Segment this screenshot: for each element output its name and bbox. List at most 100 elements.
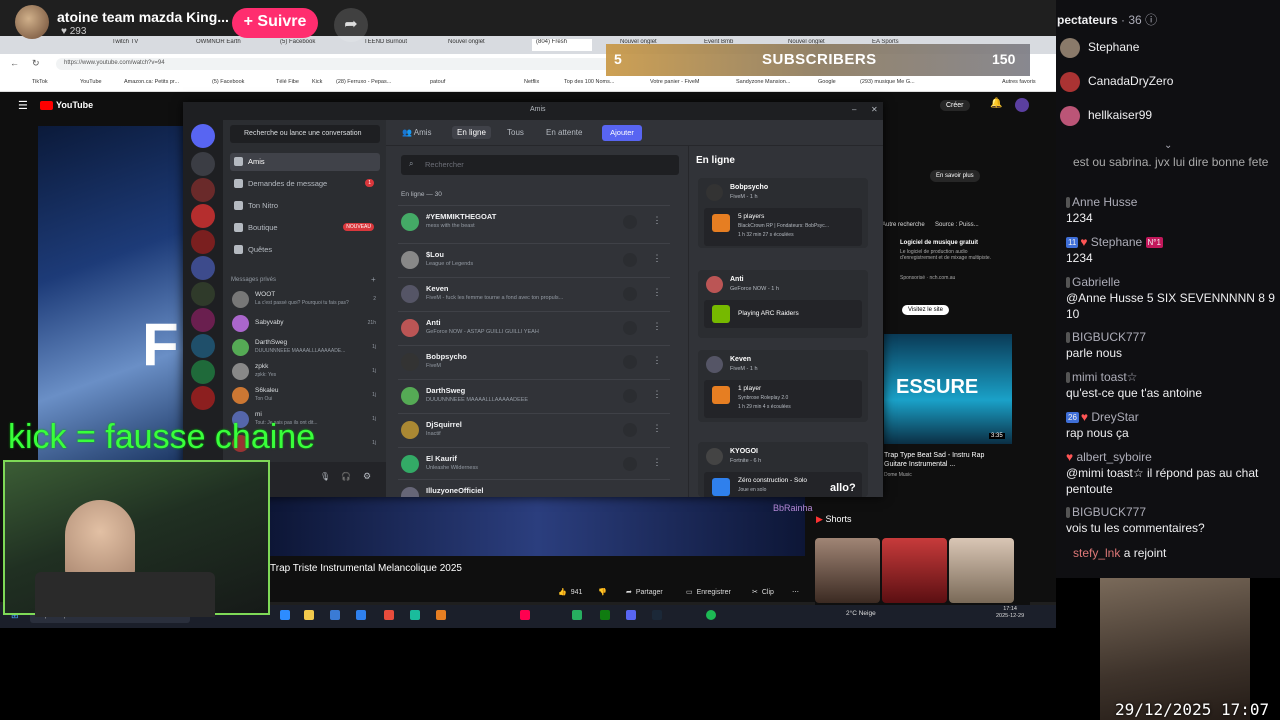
nav-message-requests[interactable]: Demandes de message 1 (230, 175, 380, 193)
address-bar[interactable]: https://www.youtube.com/watch?v=94 (56, 58, 616, 70)
help-circle-icon[interactable]: ⓘ (1145, 13, 1157, 27)
chat-username[interactable]: mimi toast☆ (1072, 370, 1137, 384)
server-icon[interactable] (191, 230, 215, 254)
tab-online[interactable]: En ligne (452, 126, 491, 139)
create-button[interactable]: Créer (940, 100, 970, 111)
bookmark[interactable]: Amazon.ca: Petits pr... (124, 79, 179, 85)
back-icon[interactable]: ← (10, 58, 19, 68)
bookmark[interactable]: Google (818, 79, 836, 85)
video-player-lower[interactable] (270, 496, 805, 556)
tiktok-icon[interactable] (520, 610, 530, 620)
more-vertical-icon[interactable]: ⋮ (650, 287, 664, 301)
tab-pending[interactable]: En attente (546, 128, 582, 137)
browser-tab[interactable]: (5) Facebook (280, 39, 340, 51)
friend-row[interactable]: $Lou League of Legends ⋮ (398, 243, 670, 275)
follow-button[interactable]: + Suivre (232, 8, 318, 38)
more-vertical-icon[interactable]: ⋮ (650, 389, 664, 403)
mail-icon[interactable] (356, 610, 366, 620)
chat-username[interactable]: BIGBUCK777 (1072, 505, 1146, 519)
discord-taskbar-icon[interactable] (626, 610, 636, 620)
message-bubble-icon[interactable] (623, 355, 637, 369)
streamer-avatar[interactable] (15, 5, 49, 39)
tab-all[interactable]: Tous (507, 128, 524, 137)
nav-nitro[interactable]: Ton Nitro (230, 197, 380, 215)
dm-item[interactable]: WOOT La c'est passé quoi? Pourquoi tu fai… (230, 289, 380, 311)
ad-title[interactable]: Logiciel de musique gratuit (900, 240, 978, 246)
browser-tab-active[interactable]: (804) Fresh (532, 39, 592, 51)
chip-search[interactable]: Autre recherche (882, 222, 925, 228)
bookmark[interactable]: Top des 100 Noms... (564, 79, 614, 85)
activity-card[interactable]: Bobpsycho FiveM - 1 h 5 players BlackCrown … (698, 178, 868, 248)
friend-row[interactable]: Keven FiveM - fuck les femme tourne a fon… (398, 277, 670, 309)
app-icon[interactable] (572, 610, 582, 620)
more-vertical-icon[interactable]: ⋮ (650, 457, 664, 471)
taskbar-clock[interactable]: 17:14 2025-12-29 (996, 606, 1024, 620)
browser-tab[interactable]: TEEND Burnout (364, 39, 424, 51)
new-dm-plus-icon[interactable]: + (371, 275, 376, 284)
friend-row[interactable]: #YEMMIKTHEGOAT mess with the beast ⋮ (398, 205, 670, 237)
file-explorer-icon[interactable] (304, 610, 314, 620)
steam-icon[interactable] (652, 610, 662, 620)
dm-item[interactable]: DarthSweg DUUUNNNEEE MAAAALLLAAAAADE... 1j (230, 337, 380, 359)
bookmark[interactable]: Télé Fibe (276, 79, 299, 85)
short-thumbnail[interactable] (949, 538, 1014, 603)
bookmark[interactable]: (293) musique Me G... (860, 79, 915, 85)
microphone-icon[interactable]: 🎙 (320, 472, 330, 481)
friend-row[interactable]: DjSquirrel Inactif ⋮ (398, 413, 670, 445)
chat-username[interactable]: BIGBUCK777 (1072, 330, 1146, 344)
recommended-channel[interactable]: Dome Music (884, 472, 912, 478)
friend-row[interactable]: DarthSweg DUUUNNNEEE MAAAALLLAAAAADEEE ⋮ (398, 379, 670, 411)
more-vertical-icon[interactable]: ⋮ (650, 423, 664, 437)
settings-gear-icon[interactable]: ⚙ (363, 471, 371, 482)
more-vertical-icon[interactable]: ⋮ (650, 215, 664, 229)
app-icon[interactable] (384, 610, 394, 620)
friend-row[interactable]: Anti GeForce NOW - ASTAP GUILLI GUILLI YE… (398, 311, 670, 343)
bookmark[interactable]: TikTok (32, 79, 48, 85)
message-bubble-icon[interactable] (623, 321, 637, 335)
share-video-button[interactable]: ➦ Partager (626, 585, 663, 599)
find-conversation-button[interactable]: Recherche ou lance une conversation (230, 125, 380, 143)
minimize-icon[interactable]: – (852, 105, 856, 114)
app-icon[interactable] (410, 610, 420, 620)
spectator-item[interactable]: hellkaiser99 (1060, 106, 1152, 130)
more-vertical-icon[interactable]: ⋮ (650, 253, 664, 267)
nav-friends[interactable]: Amis (230, 153, 380, 171)
friends-search-input[interactable]: Rechercher (401, 155, 679, 175)
save-button[interactable]: ▭ Enregistrer (686, 585, 731, 599)
friend-row[interactable]: IlluzyoneOfficiel (398, 479, 670, 497)
bookmark[interactable]: Kick (312, 79, 322, 85)
more-vertical-icon[interactable]: ⋮ (650, 355, 664, 369)
server-icon[interactable] (191, 282, 215, 306)
chevron-down-icon[interactable]: ⌄ (1164, 140, 1172, 151)
server-icon[interactable] (191, 256, 215, 280)
message-bubble-icon[interactable] (623, 253, 637, 267)
message-bubble-icon[interactable] (623, 389, 637, 403)
activity-card[interactable]: Keven FiveM - 1 h 1 player Synbrose Rolepla… (698, 350, 868, 422)
server-icon[interactable] (191, 334, 215, 358)
dm-item[interactable]: S6kaleu Ton Oui 1j (230, 385, 380, 407)
bell-icon[interactable]: 🔔 (990, 98, 1002, 109)
ad-learn-more-button[interactable]: En savoir plus (930, 170, 980, 182)
chat-username[interactable]: DreyStar (1091, 410, 1138, 424)
store-icon[interactable] (330, 610, 340, 620)
friend-row[interactable]: Bobpsycho FiveM ⋮ (398, 345, 670, 377)
activity-card[interactable]: Anti GeForce NOW - 1 h Playing ARC Raiders (698, 270, 868, 338)
bookmark-all[interactable]: Autres favoris (1002, 79, 1036, 85)
like-button[interactable]: 👍 941 (558, 585, 582, 599)
server-icon[interactable] (191, 386, 215, 410)
youtube-logo[interactable]: YouTube (40, 100, 93, 111)
chat-username[interactable]: Gabrielle (1072, 275, 1120, 289)
message-bubble-icon[interactable] (623, 215, 637, 229)
message-bubble-icon[interactable] (623, 287, 637, 301)
short-thumbnail[interactable] (882, 538, 947, 603)
spotify-icon[interactable] (706, 610, 716, 620)
dm-item[interactable]: Sabyvaby 21h (230, 313, 380, 335)
bookmark[interactable]: (5) Facebook (212, 79, 244, 85)
add-friend-button[interactable]: Ajouter (602, 125, 642, 141)
more-vertical-icon[interactable]: ⋮ (650, 321, 664, 335)
video-player[interactable] (38, 126, 188, 466)
close-icon[interactable]: ✕ (871, 105, 878, 114)
headphones-icon[interactable]: 🎧 (341, 472, 351, 481)
spectator-item[interactable]: Stephane (1060, 38, 1139, 62)
dislike-button[interactable]: 👎 (598, 585, 607, 599)
